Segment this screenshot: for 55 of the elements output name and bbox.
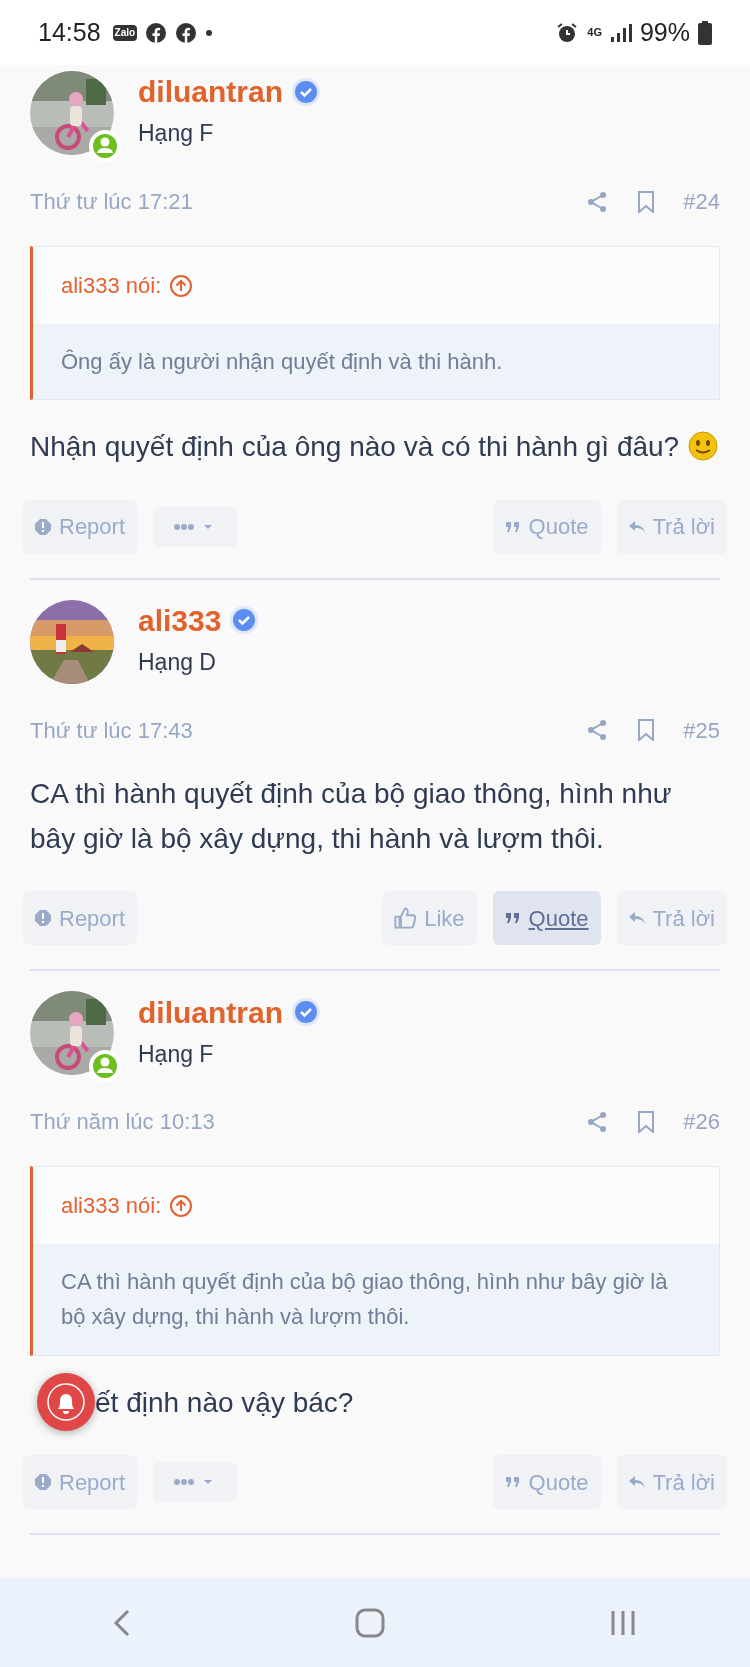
share-icon[interactable]	[587, 1110, 608, 1133]
thumbs-up-icon	[394, 907, 417, 930]
post-number-link[interactable]: #25	[683, 713, 720, 747]
user-rank: Hạng F	[138, 119, 215, 149]
report-icon	[35, 1474, 51, 1490]
quote-button[interactable]: Quote	[492, 891, 601, 946]
bookmark-icon[interactable]	[637, 1110, 656, 1133]
reply-button[interactable]: Trả lời	[616, 499, 727, 554]
zalo-icon: Zalo	[112, 24, 138, 41]
reply-button[interactable]: Trả lời	[616, 891, 727, 946]
post-date: Thứ tư lúc 17:43	[30, 716, 193, 745]
network-label: 4G	[587, 27, 602, 38]
dot-icon	[205, 28, 214, 37]
battery-icon	[698, 20, 712, 45]
post-text: Nhận quyết định của ông nào và có thi hành gì đâu?	[30, 431, 680, 463]
post-number-link[interactable]: #26	[683, 1105, 720, 1139]
quote-button[interactable]: Quote	[492, 1455, 601, 1509]
report-icon	[35, 910, 51, 927]
facebook-icon	[175, 21, 198, 44]
user-rank: Hạng D	[138, 647, 217, 677]
more-button[interactable]	[153, 506, 238, 547]
reply-button[interactable]: Trả lời	[616, 1455, 727, 1509]
more-button[interactable]	[153, 1462, 238, 1502]
report-icon	[35, 518, 51, 535]
report-button[interactable]: Report	[23, 499, 138, 554]
clock-time: 14:58	[38, 16, 101, 48]
like-button[interactable]: Like	[382, 891, 477, 946]
quote-author-link[interactable]: ali333 nói:	[61, 269, 162, 302]
share-icon[interactable]	[587, 719, 608, 742]
quote-icon	[504, 1474, 521, 1490]
post-text: CA thì hành quyết định của bộ giao thông, hình như bây giờ là bộ xây dựng, thi hành và lượm thôi.	[30, 777, 672, 854]
post-text: ết định nào vậy bác?	[95, 1386, 354, 1418]
username-link[interactable]: diluantran	[138, 75, 283, 109]
quote-author-link[interactable]: ali333 nói:	[61, 1189, 162, 1223]
quote-text: CA thì hành quyết định của bộ giao thông, hình như bây giờ là bộ xây dựng, thi hành và lượm thôi.	[33, 1244, 719, 1355]
post-number-link[interactable]: #24	[683, 185, 720, 218]
username-link[interactable]: diluantran	[138, 995, 283, 1029]
notification-bell-button[interactable]	[37, 1373, 95, 1432]
bookmark-icon[interactable]	[637, 719, 656, 742]
share-icon[interactable]	[587, 190, 608, 213]
home-icon[interactable]	[355, 1607, 385, 1638]
username-link[interactable]: ali333	[138, 603, 222, 637]
signal-icon	[609, 22, 632, 43]
report-button[interactable]: Report	[23, 1455, 138, 1509]
facebook-icon	[145, 21, 168, 44]
bell-icon	[46, 1382, 86, 1423]
post-date: Thứ năm lúc 10:13	[30, 1108, 215, 1137]
bookmark-icon[interactable]	[637, 190, 656, 213]
post-date: Thứ tư lúc 17:21	[30, 188, 193, 216]
battery-level: 99%	[639, 16, 690, 48]
back-icon[interactable]	[111, 1607, 132, 1638]
user-rank: Hạng F	[138, 1039, 215, 1069]
quote-text: Ông ấy là người nhận quyết định và thi hành.	[33, 324, 719, 400]
quote-button[interactable]: Quote	[492, 499, 601, 554]
report-button[interactable]: Report	[23, 891, 138, 946]
